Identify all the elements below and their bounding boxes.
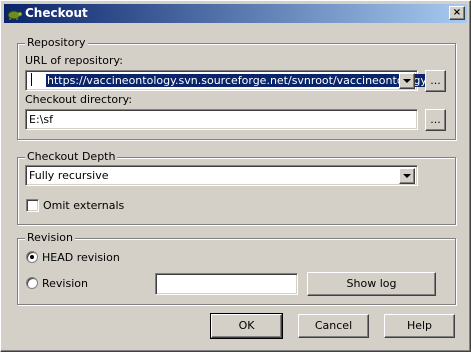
cancel-label: Cancel [314, 319, 353, 332]
browse-url-button[interactable]: ... [425, 70, 446, 92]
browse-directory-label: ... [430, 113, 441, 126]
checkout-depth-value: Fully recursive [29, 169, 109, 182]
url-value: https://vaccineontology.svn.sourceforge.… [46, 74, 428, 87]
close-button[interactable]: × [449, 6, 465, 20]
checkout-directory-input[interactable]: E:\sf [25, 109, 418, 130]
repository-group-label: Repository [25, 36, 88, 50]
ok-label: OK [238, 319, 255, 332]
chevron-down-icon [403, 79, 411, 83]
checkout-depth-group-label: Checkout Depth [25, 150, 118, 164]
browse-directory-button[interactable]: ... [425, 109, 446, 131]
show-log-button[interactable]: Show log [307, 272, 436, 296]
omit-externals-label[interactable]: Omit externals [43, 199, 124, 213]
url-combobox-text: https://vaccineontology.svn.sourceforge.… [29, 73, 428, 88]
omit-externals-checkbox[interactable] [26, 199, 39, 212]
checkout-directory-value: E:\sf [29, 113, 53, 126]
revision-radio[interactable] [26, 277, 38, 289]
head-revision-label[interactable]: HEAD revision [42, 251, 120, 265]
title-bar[interactable]: Checkout × [4, 4, 467, 23]
browse-url-label: ... [430, 74, 441, 87]
url-dropdown-button[interactable] [399, 73, 415, 89]
text-caret [31, 73, 32, 86]
checkout-depth-select[interactable]: Fully recursive [25, 165, 418, 186]
help-button[interactable]: Help [384, 314, 455, 338]
help-label: Help [406, 319, 433, 332]
cancel-button[interactable]: Cancel [298, 314, 369, 338]
revision-group-label: Revision [25, 231, 75, 245]
depth-dropdown-button[interactable] [399, 168, 415, 184]
tortoise-icon [6, 7, 22, 21]
show-log-label: Show log [346, 277, 397, 290]
ok-button[interactable]: OK [210, 313, 283, 339]
window-title: Checkout [25, 6, 88, 20]
revision-number-input[interactable] [155, 273, 298, 295]
checkout-dialog: Checkout × Repository URL of repository:… [0, 0, 471, 352]
chevron-down-icon [403, 174, 411, 178]
url-label: URL of repository: [25, 54, 123, 67]
close-icon: × [452, 7, 462, 18]
head-revision-radio[interactable] [26, 251, 38, 263]
url-combobox[interactable]: https://vaccineontology.svn.sourceforge.… [25, 70, 428, 91]
checkout-directory-label: Checkout directory: [25, 93, 133, 106]
revision-label[interactable]: Revision [42, 277, 88, 291]
